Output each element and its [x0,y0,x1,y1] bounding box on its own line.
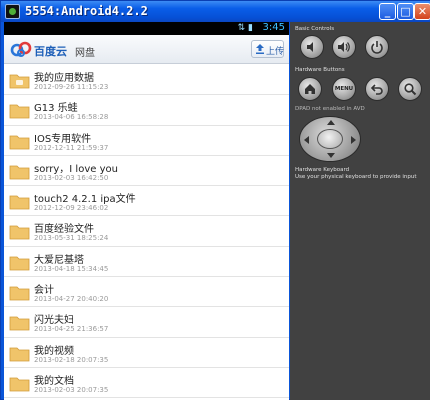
brand-name: 百度云 [34,45,67,58]
list-item[interactable]: 百度经验文件 2013-05-31 18:25:24 [4,216,289,247]
dpad[interactable] [299,116,361,162]
hardware-buttons-heading: Hardware Buttons [295,67,345,73]
hardware-keyboard-heading: Hardware Keyboard [295,167,350,173]
baidu-cloud-logo-icon [10,41,32,57]
file-name: 我的视频 [34,345,74,357]
file-name: 我的应用数据 [34,73,94,84]
list-item[interactable]: 我的应用数据 2012-09-26 11:15:23 [4,65,289,96]
android-app-icon [5,4,20,19]
dpad-center-button[interactable] [317,129,343,149]
list-item[interactable]: 会计 2013-04-27 20:40:20 [4,277,289,308]
status-time: 3:45 [262,22,285,33]
volume-up-icon [338,42,350,52]
folder-icon [9,226,30,240]
file-date: 2012-12-09 23:46:02 [34,204,109,213]
folder-icon [9,347,30,362]
list-item[interactable]: sorry，I love you 2013-02-03 16:42:50 [4,155,289,187]
file-date: 2012-12-11 21:59:37 [34,143,109,152]
section-title: 网盘 [75,48,95,59]
file-list: 我的应用数据 2012-09-26 11:15:23 G13 乐蛙 2013-0… [4,65,289,399]
power-button[interactable] [365,35,389,59]
file-date: 2013-02-03 20:07:35 [34,385,109,394]
folder-icon [9,165,30,180]
upload-button[interactable]: 上传 [251,40,284,58]
file-name: IOS专用软件 [34,133,92,145]
file-date: 2013-05-31 18:25:24 [34,234,109,243]
file-date: 2013-02-18 20:07:35 [34,355,109,364]
file-date: 2013-02-03 16:42:50 [34,173,109,182]
app-header: 百度云 网盘 上传 [4,35,289,64]
volume-down-icon [307,42,313,52]
emulator-window: 5554:Android4.2.2 _ □ ✕ ⇅ ▮ 3:45 百度云 网盘 … [0,0,430,400]
search-button[interactable] [398,77,422,101]
file-date: 2013-04-18 15:34:45 [34,264,109,273]
file-name: 百度经验文件 [34,224,94,236]
volume-up-button[interactable] [332,35,356,59]
back-icon [370,84,383,95]
file-name: 闪光夫妇 [34,315,74,327]
file-name: touch2 4.2.1 ipa文件 [34,194,136,206]
list-item[interactable]: IOS专用软件 2012-12-11 21:59:37 [4,125,289,156]
power-icon [371,41,383,54]
search-icon [404,83,417,96]
folder-icon [9,104,30,119]
dpad-left-icon[interactable] [304,136,309,144]
minimize-button[interactable]: _ [379,3,396,20]
menu-button[interactable]: MENU [332,77,356,101]
folder-icon [9,135,30,149]
folder-icon [9,286,30,301]
dpad-down-icon[interactable] [327,153,335,158]
upload-icon [256,44,264,54]
file-name: 大爱尼基塔 [34,254,84,266]
hardware-keyboard-note: Use your physical keyboard to provide in… [295,174,417,180]
file-name: 会计 [34,285,54,297]
list-item[interactable]: 我的视频 2013-02-18 20:07:35 [4,337,289,368]
basic-controls-heading: Basic Controls [295,26,335,32]
signal-battery-icon: ⇅ ▮ [237,23,253,33]
dpad-note: DPAD not enabled in AVD [295,106,365,112]
folder-icon [9,256,30,271]
folder-icon [9,377,30,392]
list-item[interactable]: 闪光夫妇 2013-04-25 21:36:57 [4,307,289,338]
home-button[interactable] [298,77,322,101]
upload-label: 上传 [266,47,285,57]
folder-icon [9,195,30,210]
emulator-control-panel: Basic Controls Hardware Buttons MENU DPA… [290,22,430,400]
list-item[interactable]: 我的文档 2013-02-03 20:07:35 [4,367,289,399]
folder-icon [9,316,30,331]
menu-label: MENU [334,86,354,92]
maximize-button[interactable]: □ [397,3,414,20]
list-item[interactable]: G13 乐蛙 2013-04-06 16:58:28 [4,95,289,126]
volume-down-button[interactable] [300,35,324,59]
file-date: 2013-04-25 21:36:57 [34,325,109,334]
file-name: G13 乐蛙 [34,103,78,115]
file-date: 2013-04-27 20:40:20 [34,295,109,304]
file-name: 我的文档 [34,375,74,387]
list-item[interactable]: 大爱尼基塔 2013-04-18 15:34:45 [4,246,289,278]
file-date: 2013-04-06 16:58:28 [34,113,109,122]
app-folder-icon [9,74,30,89]
home-icon [305,84,315,94]
close-button[interactable]: ✕ [414,3,430,20]
device-screen: ⇅ ▮ 3:45 百度云 网盘 上传 我的应用数据 2012-09-26 11:… [4,22,289,400]
back-button[interactable] [365,77,389,101]
list-item[interactable]: touch2 4.2.1 ipa文件 2012-12-09 23:46:02 [4,186,289,217]
dpad-up-icon[interactable] [327,120,335,125]
title-bar[interactable]: 5554:Android4.2.2 _ □ ✕ [1,1,430,22]
window-title: 5554:Android4.2.2 [25,4,148,18]
file-date: 2012-09-26 11:15:23 [34,83,109,91]
status-bar: ⇅ ▮ 3:45 [4,22,289,35]
dpad-right-icon[interactable] [351,136,356,144]
file-name: sorry，I love you [34,163,118,175]
